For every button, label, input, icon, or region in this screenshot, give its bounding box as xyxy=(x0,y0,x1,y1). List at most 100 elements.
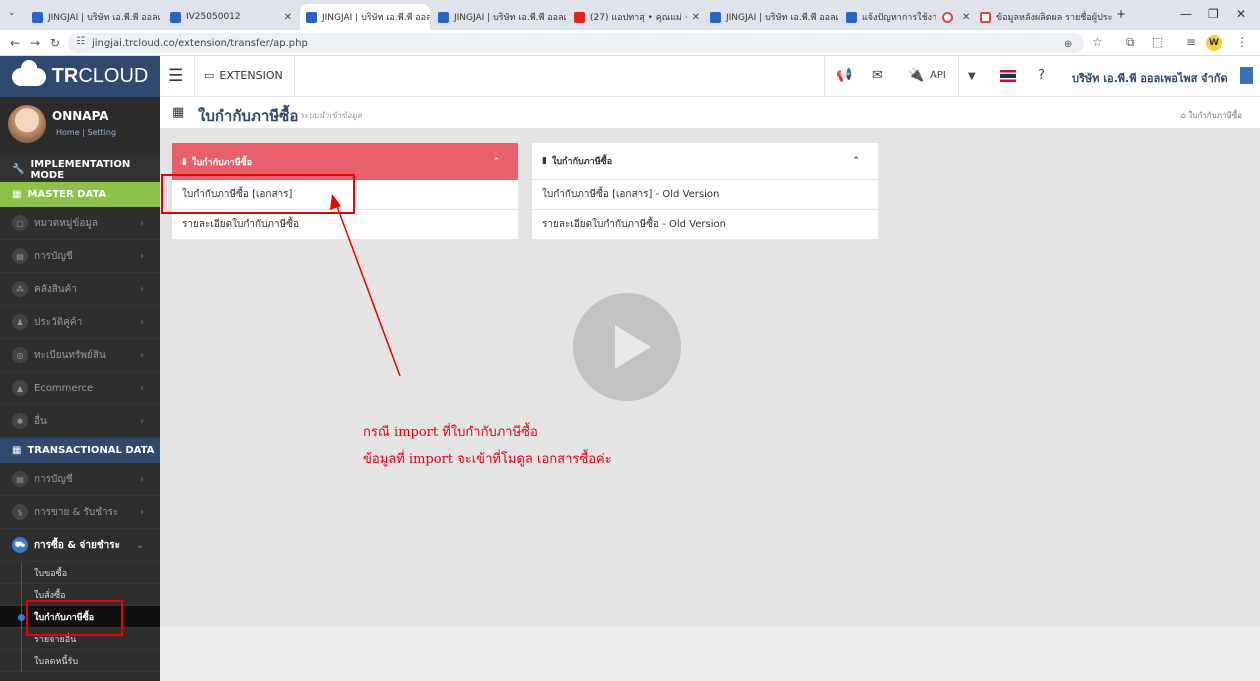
menu-dots-icon[interactable]: ⋮ xyxy=(1236,35,1248,49)
chevron-right-icon: › xyxy=(140,506,144,518)
extensions-icon[interactable]: ⬚ xyxy=(1152,35,1163,49)
annotation-line: กรณี import ที่ใบกำกับภาษีซื้อ xyxy=(363,425,538,440)
back-icon[interactable]: ← xyxy=(10,36,20,50)
cloud-icon xyxy=(11,59,46,86)
active-dot-icon xyxy=(18,614,25,621)
extension-button[interactable]: ▭ EXTENSION xyxy=(204,69,283,82)
sidebar-item[interactable]: ◎ ทะเบียนทรัพย์สิน › xyxy=(0,339,160,372)
dollar-icon: $ xyxy=(12,504,28,520)
chevron-up-icon[interactable]: ⌃ xyxy=(492,157,500,167)
close-icon[interactable]: ✕ xyxy=(280,12,292,23)
megaphone-icon[interactable]: 📢 xyxy=(836,68,852,83)
sidebar-item-purchase[interactable]: ⛟ การซื้อ & จ่ายชำระ ⌄ xyxy=(0,529,160,562)
page-header: ▦ ใบกำกับภาษีซื้อ ระบบนำเข้าข้อมูล ⌂ ใบก… xyxy=(160,97,1260,129)
site-settings-icon[interactable]: ☷ xyxy=(76,36,85,47)
browser-tab[interactable]: IV25050012 ✕ xyxy=(164,4,298,30)
sidebar-item[interactable]: ▤ การบัญชี › xyxy=(0,240,160,273)
tab-label: JINGJAI | บริษัท เอ.พี.พี ออลเ xyxy=(454,13,566,23)
divider xyxy=(194,56,195,97)
warehouse-icon: ⁂ xyxy=(12,281,28,297)
building-icon[interactable] xyxy=(1240,67,1253,84)
profile-avatar-icon[interactable]: W xyxy=(1206,35,1222,51)
close-icon[interactable]: ✕ xyxy=(161,12,162,23)
user-name: ONNAPA xyxy=(52,109,109,123)
close-icon[interactable]: ✕ xyxy=(688,12,700,23)
restore-icon[interactable]: ❐ xyxy=(1208,7,1219,21)
sidebar-item-label: หมวดหมู่ข้อมูล xyxy=(34,217,99,229)
sidebar-subitem[interactable]: ใบลดหนี้รับ xyxy=(0,650,160,672)
panel-link[interactable]: รายละเอียดใบกำกับภาษีซื้อ - Old Version xyxy=(532,210,878,240)
envelope-icon[interactable]: ✉ xyxy=(872,68,883,83)
plug-icon[interactable]: 🔌 xyxy=(908,68,924,83)
panel-header[interactable]: ▮ ใบกำกับภาษีซื้อ ⌃ xyxy=(532,143,878,180)
avatar[interactable] xyxy=(8,105,46,143)
doc-icon xyxy=(170,11,181,23)
accounting-icon: ▤ xyxy=(12,248,28,264)
reload-icon[interactable]: ↻ xyxy=(50,36,60,50)
caret-down-icon[interactable]: ▼ xyxy=(968,71,976,82)
thai-flag-icon[interactable] xyxy=(1000,70,1016,82)
divider xyxy=(824,56,825,97)
tab-search-icon[interactable]: ⌄ xyxy=(8,8,16,18)
close-icon[interactable]: ✕ xyxy=(958,12,970,23)
section-label: IMPLEMENTATION MODE xyxy=(30,158,131,181)
sidebar-item[interactable]: ✱ อื่น › xyxy=(0,405,160,438)
breadcrumb-label: ใบกำกับภาษีซื้อ xyxy=(1188,111,1242,120)
table-icon: ▦ xyxy=(172,105,185,120)
browser-tab[interactable]: JINGJAI | บริษัท เอ.พี.พี ออลเ✕ xyxy=(704,4,838,30)
help-icon[interactable]: ? xyxy=(1038,68,1045,83)
browser-tab-active[interactable]: JINGJAI | บริษัท เอ.พี.พี ออลเ✕ xyxy=(300,4,430,30)
hamburger-menu-icon[interactable]: ☰ xyxy=(168,66,183,86)
panel-link[interactable]: ใบกำกับภาษีซื้อ [เอกสาร] - Old Version xyxy=(532,180,878,210)
sidebar-item-label: การบัญชี xyxy=(34,473,73,485)
master-data-header[interactable]: ▦ MASTER DATA xyxy=(0,182,160,207)
tab-label: IV25050012 xyxy=(186,12,241,22)
chevron-up-icon[interactable]: ⌃ xyxy=(852,156,860,166)
annotation-line: ข้อมูลที่ import จะเข้าที่โมดูล เอกสารซื… xyxy=(363,452,612,467)
play-video-icon[interactable] xyxy=(573,293,681,401)
tab-label: แจ้งปัญหาการใช้งาน xyxy=(862,13,936,23)
user-links[interactable]: Home | Setting xyxy=(56,128,116,137)
top-navigation: ☰ ▭ EXTENSION 📢 ✉ 🔌 API ▼ ? บริษัท เอ.พี.… xyxy=(160,56,1260,97)
browser-tab[interactable]: JINGJAI | บริษัท เอ.พี.พี ออลเ✕ xyxy=(432,4,566,30)
browser-tab[interactable]: แจ้งปัญหาการใช้งาน xyxy=(840,4,936,30)
minimize-icon[interactable]: — xyxy=(1180,7,1192,21)
sidebar-item[interactable]: ▢ หมวดหมู่ข้อมูล › xyxy=(0,207,160,240)
url-input[interactable]: ☷ jingjai.trcloud.co/extension/transfer/… xyxy=(68,33,1084,53)
sidebar-item[interactable]: ▤ การบัญชี › xyxy=(0,463,160,496)
sidebar-subitem[interactable]: ใบขอซื้อ xyxy=(0,562,160,584)
sidebar-item[interactable]: $ การขาย & รับชำระ › xyxy=(0,496,160,529)
trcloud-logo[interactable]: TR CLOUD xyxy=(0,56,160,97)
sidebar-item[interactable]: ♟ ประวัติคู่ค้า › xyxy=(0,306,160,339)
implementation-mode[interactable]: 🔧 IMPLEMENTATION MODE xyxy=(0,157,160,182)
sidebar-item[interactable]: ▲ Ecommerce › xyxy=(0,372,160,405)
asset-icon: ◎ xyxy=(12,347,28,363)
sheet-icon xyxy=(980,11,991,23)
link-label: รายละเอียดใบกำกับภาษีซื้อ - Old Version xyxy=(542,219,726,230)
forward-icon[interactable]: → xyxy=(30,36,40,50)
zoom-icon[interactable]: ⊕ xyxy=(1064,39,1072,50)
media-icon[interactable]: ≡ xyxy=(1186,35,1196,49)
window-close-icon[interactable]: ✕ xyxy=(1236,7,1246,21)
sidebar-item-label: การบัญชี xyxy=(34,250,73,262)
record-icon xyxy=(942,11,953,23)
footer-area xyxy=(160,627,1260,681)
logo-text: CLOUD xyxy=(78,65,149,87)
browser-tab[interactable]: ✕ xyxy=(936,4,972,30)
browser-tab[interactable]: JINGJAI | บริษัท เอ.พี.พี ออลเ✕ xyxy=(26,4,162,30)
transactional-data-header[interactable]: ▦ TRANSACTIONAL DATA xyxy=(0,438,160,463)
company-name[interactable]: บริษัท เอ.พี.พี ออลเพอไพส จำกัด xyxy=(1072,69,1228,87)
breadcrumb[interactable]: ⌂ ใบกำกับภาษีซื้อ xyxy=(1181,109,1242,122)
extension-label: EXTENSION xyxy=(219,69,283,82)
subitem-label: ใบขอซื้อ xyxy=(34,568,68,579)
panel-link[interactable]: รายละเอียดใบกำกับภาษีซื้อ xyxy=(172,210,518,240)
sidebar-item[interactable]: ⁂ คลังสินค้า › xyxy=(0,273,160,306)
translate-icon[interactable]: ⧉ xyxy=(1126,35,1135,50)
panel-title: ใบกำกับภาษีซื้อ xyxy=(191,157,253,168)
browser-tab[interactable]: (27) แอปทาสุ • คุณแม่ · ✕ xyxy=(568,4,702,30)
browser-tab[interactable]: ข้อมูลหลังผลิตผล รายชื่อผู้ประ✕ xyxy=(974,4,1112,30)
new-tab-icon[interactable]: + xyxy=(1116,7,1126,21)
bookmark-star-icon[interactable]: ☆ xyxy=(1092,35,1103,49)
link-label: ใบกำกับภาษีซื้อ [เอกสาร] - Old Version xyxy=(542,189,720,200)
api-label[interactable]: API xyxy=(930,70,946,81)
